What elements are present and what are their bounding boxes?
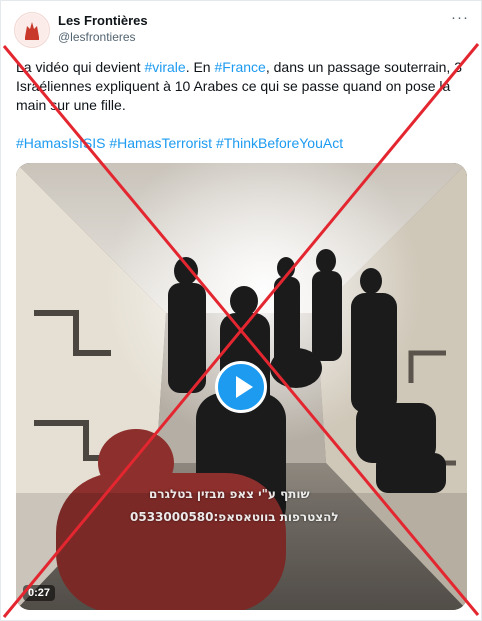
hashtag-link[interactable]: #ThinkBeforeYouAct (216, 135, 343, 151)
play-button[interactable] (215, 361, 267, 413)
video-watermark-line-2: להצטרפות בווטאסאפ:0533000580 (130, 510, 339, 524)
hashtag-link[interactable]: #virale (144, 59, 185, 75)
account-handle[interactable]: @lesfrontieres (58, 30, 136, 44)
tweet-screenshot: Les Frontières @lesfrontieres ··· La vid… (0, 0, 482, 621)
display-name[interactable]: Les Frontières (58, 13, 148, 28)
tweet-text: La vidéo qui devient #virale. En #France… (16, 58, 468, 153)
hashtag-link[interactable]: #HamasIsISIS (16, 135, 105, 151)
tweet-body: La vidéo qui devient #virale. En #France… (16, 58, 468, 115)
play-icon (236, 376, 253, 398)
tweet-hashtags: #HamasIsISIS #HamasTerrorist #ThinkBefor… (16, 134, 468, 153)
video-player[interactable]: שותף ע"י צאפ מבזין בטלגרם להצטרפות בווטא… (16, 163, 467, 610)
more-dots-icon[interactable]: ··· (448, 10, 472, 30)
avatar[interactable] (14, 12, 50, 48)
hashtag-link[interactable]: #HamasTerrorist (109, 135, 212, 151)
tweet-text-segment: . En (185, 59, 215, 75)
hashtag-link[interactable]: #France (214, 59, 265, 75)
video-duration-badge: 0:27 (23, 585, 56, 601)
les-frontieres-logo-icon (16, 14, 48, 46)
tweet-text-segment: La vidéo qui devient (16, 59, 145, 75)
video-watermark-line-1: שותף ע"י צאפ מבזין בטלגרם (149, 487, 310, 501)
